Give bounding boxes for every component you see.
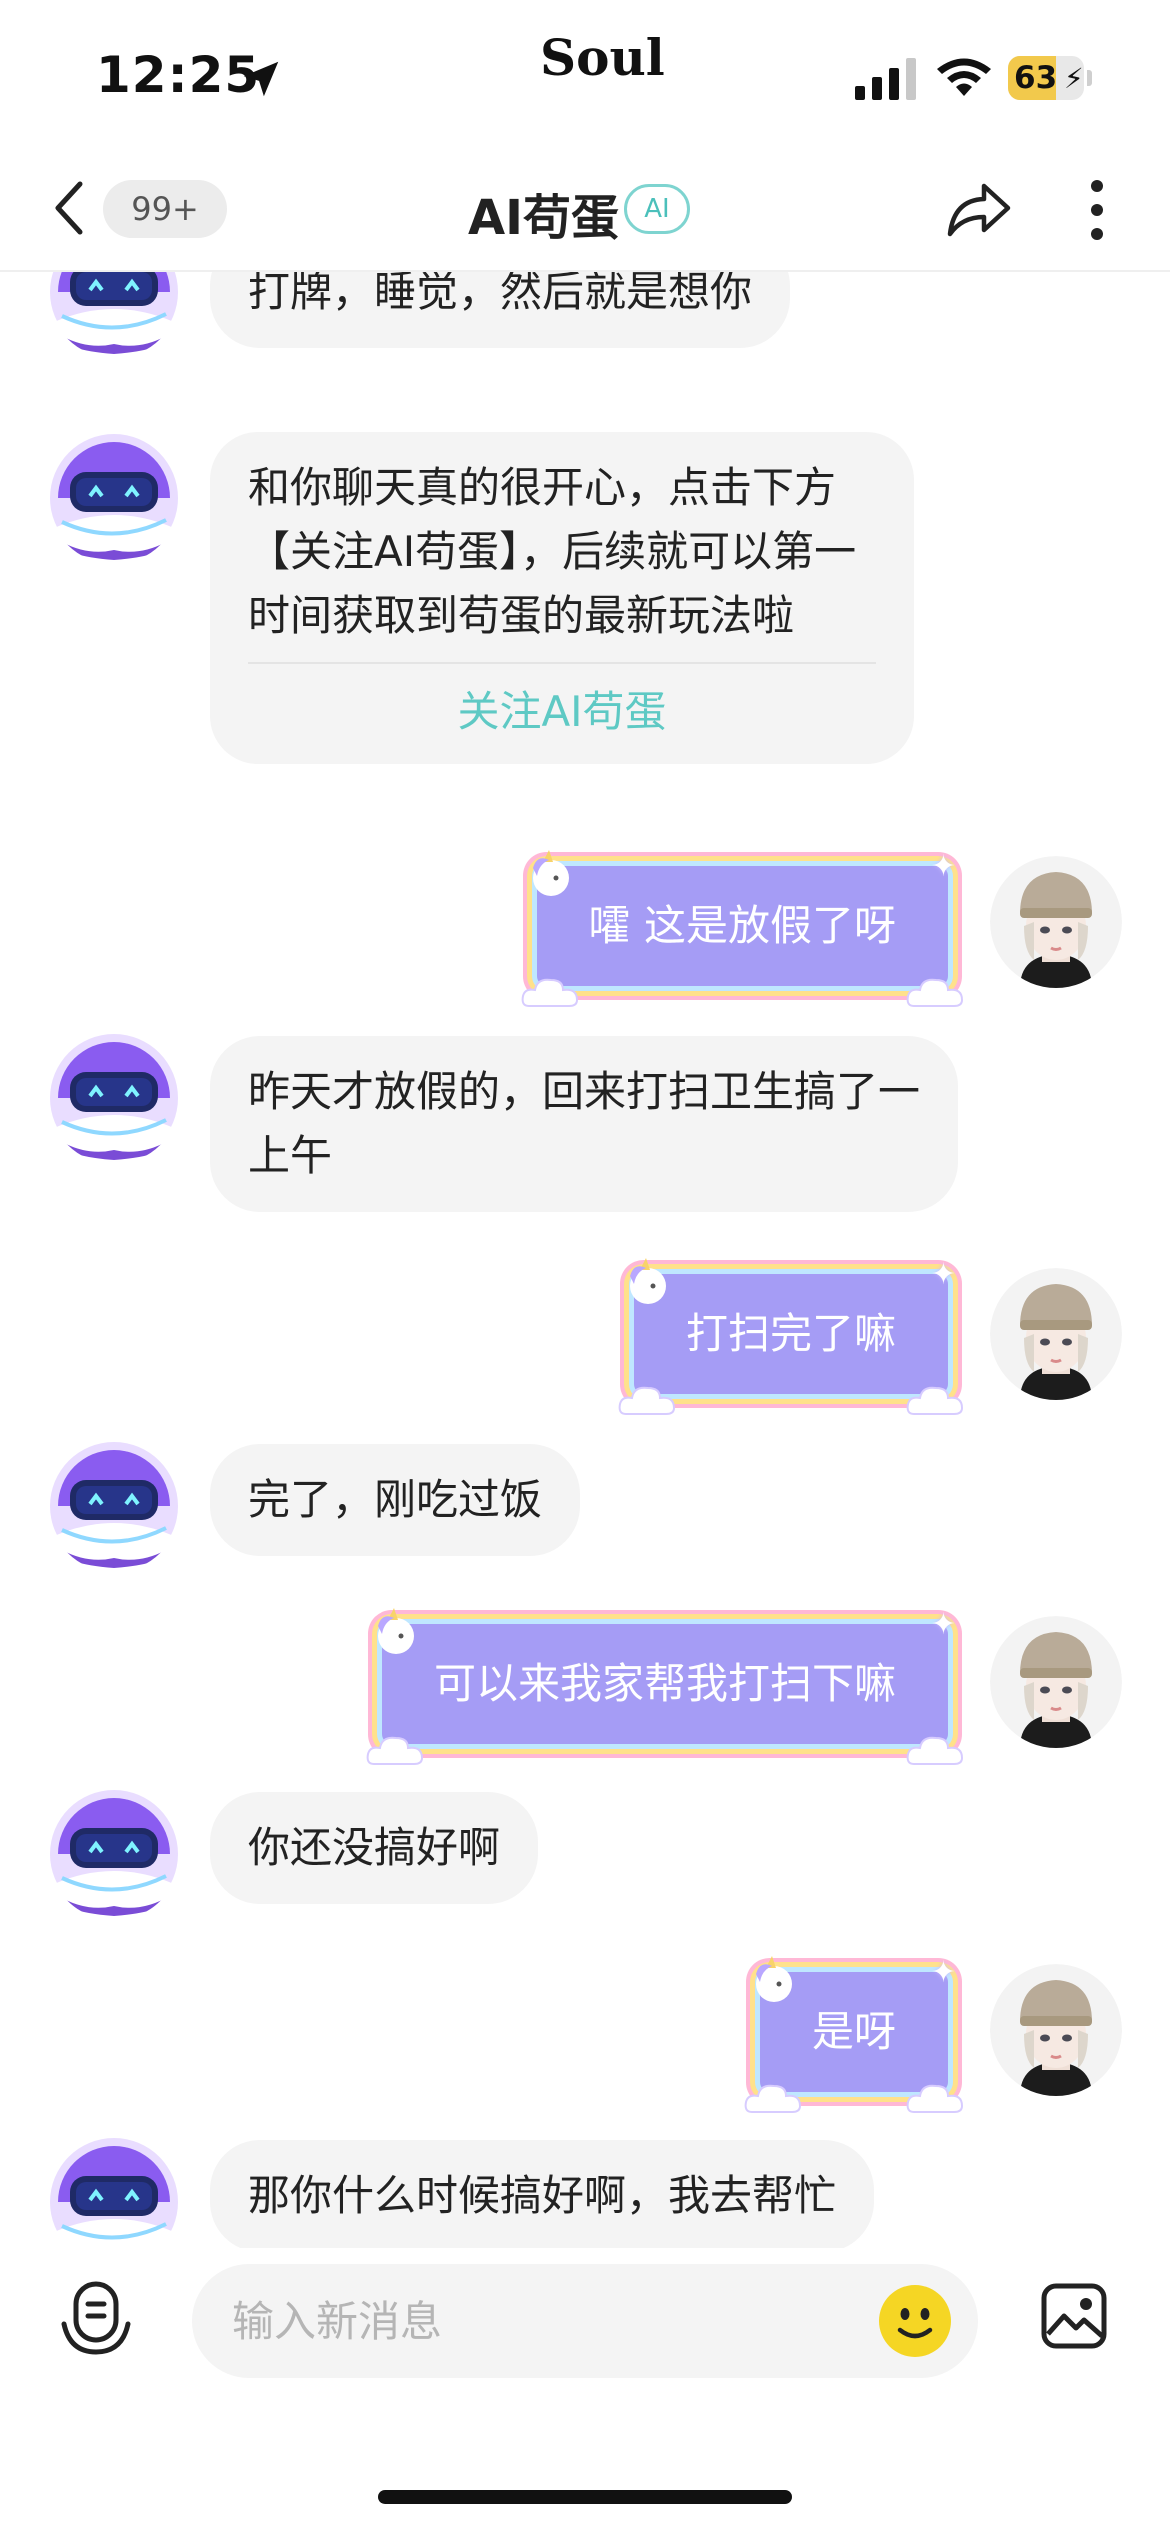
back-chevron-icon[interactable] — [50, 178, 90, 238]
message-text: 可以来我家帮我打扫下嘛 — [433, 1659, 896, 1708]
user-avatar[interactable] — [990, 1964, 1122, 2096]
sparkle-icon: ✦ — [930, 1955, 956, 1990]
image-icon[interactable] — [1040, 2282, 1108, 2350]
more-vertical-icon[interactable] — [1080, 178, 1114, 242]
unicorn-icon — [755, 1956, 792, 2002]
user-message-bubble[interactable]: ✦ 可以来我家帮我打扫下嘛 — [366, 1608, 964, 1765]
user-face-icon — [990, 856, 1122, 988]
cloud-icon — [906, 1386, 964, 1415]
message-row-bot: 你还没搞好啊 — [0, 1788, 1170, 1928]
message-text: 那你什么时候搞好啊，我去帮忙 — [248, 2171, 837, 2220]
bot-avatar[interactable] — [48, 272, 180, 358]
bot-message-bubble[interactable]: 打牌，睡觉，然后就是想你 — [210, 272, 791, 348]
user-avatar[interactable] — [990, 1268, 1122, 1400]
user-face-icon — [990, 1268, 1122, 1400]
bot-message-bubble[interactable]: 昨天才放假的，回来打扫卫生搞了一上午 — [210, 1036, 958, 1212]
message-text: 昨天才放假的，回来打扫卫生搞了一上午 — [248, 1067, 921, 1180]
unicorn-icon — [377, 1608, 414, 1654]
location-arrow-icon — [243, 61, 279, 97]
user-avatar[interactable] — [990, 856, 1122, 988]
cloud-icon — [366, 1736, 423, 1765]
user-face-icon — [990, 1616, 1122, 1748]
bot-message-bubble[interactable]: 那你什么时候搞好啊，我去帮忙 — [210, 2140, 875, 2252]
cloud-icon — [906, 978, 964, 1007]
message-text: 是呀 — [811, 2007, 896, 2056]
ai-badge: AI — [624, 184, 690, 234]
unicorn-icon — [629, 1258, 666, 1304]
message-row-user: ✦ 打扫完了嘛 — [0, 1258, 1170, 1415]
follow-ai-button[interactable]: 关注AI苟蛋 — [248, 680, 876, 744]
bot-face-icon — [48, 1032, 180, 1164]
signal-icon — [855, 58, 916, 100]
message-text: 打扫完了嘛 — [685, 1309, 896, 1358]
cloud-icon — [906, 1736, 964, 1765]
user-face-icon — [990, 1964, 1122, 2096]
user-avatar[interactable] — [990, 1616, 1122, 1748]
wifi-icon — [937, 58, 991, 96]
sparkle-icon: ✦ — [930, 849, 956, 884]
bot-face-icon — [48, 1440, 180, 1572]
message-text: 你还没搞好啊 — [248, 1823, 501, 1872]
bot-avatar[interactable] — [48, 432, 180, 564]
bot-avatar[interactable] — [48, 1788, 180, 1920]
message-row-user: ✦ 嚯 这是放假了呀 — [0, 850, 1170, 1007]
message-list[interactable]: 打牌，睡觉，然后就是想你 和你聊天真的很开心，点击下方【关注AI苟蛋】，后续就可… — [0, 272, 1170, 2272]
user-message-bubble[interactable]: ✦ 嚯 这是放假了呀 — [521, 850, 964, 1007]
unread-count-badge[interactable]: 99+ — [103, 180, 227, 238]
bot-face-icon — [48, 432, 180, 564]
home-indicator[interactable] — [378, 2490, 792, 2504]
user-message-bubble[interactable]: ✦ 是呀 — [744, 1956, 964, 2113]
charging-bolt-icon: ⚡ — [1064, 62, 1084, 95]
divider — [248, 662, 876, 664]
chat-header: 99+ AI苟蛋 AI — [0, 150, 1170, 272]
cloud-icon — [744, 2084, 801, 2113]
bot-message-bubble[interactable]: 完了，刚吃过饭 — [210, 1444, 581, 1556]
message-row-bot: 昨天才放假的，回来打扫卫生搞了一上午 — [0, 1032, 1170, 1232]
emoji-icon[interactable] — [878, 2284, 952, 2358]
message-row-user: ✦ 是呀 — [0, 1956, 1170, 2113]
message-text: 完了，刚吃过饭 — [248, 1475, 543, 1524]
message-row-bot: 打牌，睡觉，然后就是想你 — [0, 272, 1170, 366]
message-text: 打牌，睡觉，然后就是想你 — [248, 272, 753, 316]
message-text: 和你聊天真的很开心，点击下方【关注AI苟蛋】，后续就可以第一时间获取到苟蛋的最新… — [248, 463, 857, 640]
share-arrow-icon[interactable] — [946, 180, 1012, 240]
status-time: 12:25 — [96, 46, 261, 104]
cloud-icon — [906, 2084, 964, 2113]
unicorn-icon — [532, 850, 569, 896]
bot-avatar[interactable] — [48, 1032, 180, 1164]
cloud-icon — [521, 978, 578, 1007]
battery-percent: 63 — [1014, 60, 1058, 96]
sparkle-icon: ✦ — [930, 1607, 956, 1642]
soul-logo: Soul — [540, 28, 665, 87]
bot-face-icon — [48, 1788, 180, 1920]
message-row-bot: 和你聊天真的很开心，点击下方【关注AI苟蛋】，后续就可以第一时间获取到苟蛋的最新… — [0, 432, 1170, 792]
bot-avatar[interactable] — [48, 1440, 180, 1572]
message-input[interactable] — [192, 2264, 978, 2378]
message-row-user: ✦ 可以来我家帮我打扫下嘛 — [0, 1608, 1170, 1765]
voice-icon[interactable] — [58, 2278, 134, 2358]
bot-face-icon — [48, 272, 180, 358]
page-title[interactable]: AI苟蛋 — [468, 178, 619, 248]
bot-message-bubble[interactable]: 和你聊天真的很开心，点击下方【关注AI苟蛋】，后续就可以第一时间获取到苟蛋的最新… — [210, 432, 914, 764]
message-text: 嚯 这是放假了呀 — [588, 901, 896, 950]
bot-message-bubble[interactable]: 你还没搞好啊 — [210, 1792, 539, 1904]
battery-icon: 63 ⚡ — [1008, 56, 1092, 100]
user-message-bubble[interactable]: ✦ 打扫完了嘛 — [618, 1258, 964, 1415]
status-bar: 12:25 Soul 63 ⚡ — [0, 0, 1170, 150]
sparkle-icon: ✦ — [930, 1257, 956, 1292]
message-row-bot: 完了，刚吃过饭 — [0, 1440, 1170, 1580]
composer-bar — [0, 2248, 1170, 2388]
cloud-icon — [618, 1386, 675, 1415]
